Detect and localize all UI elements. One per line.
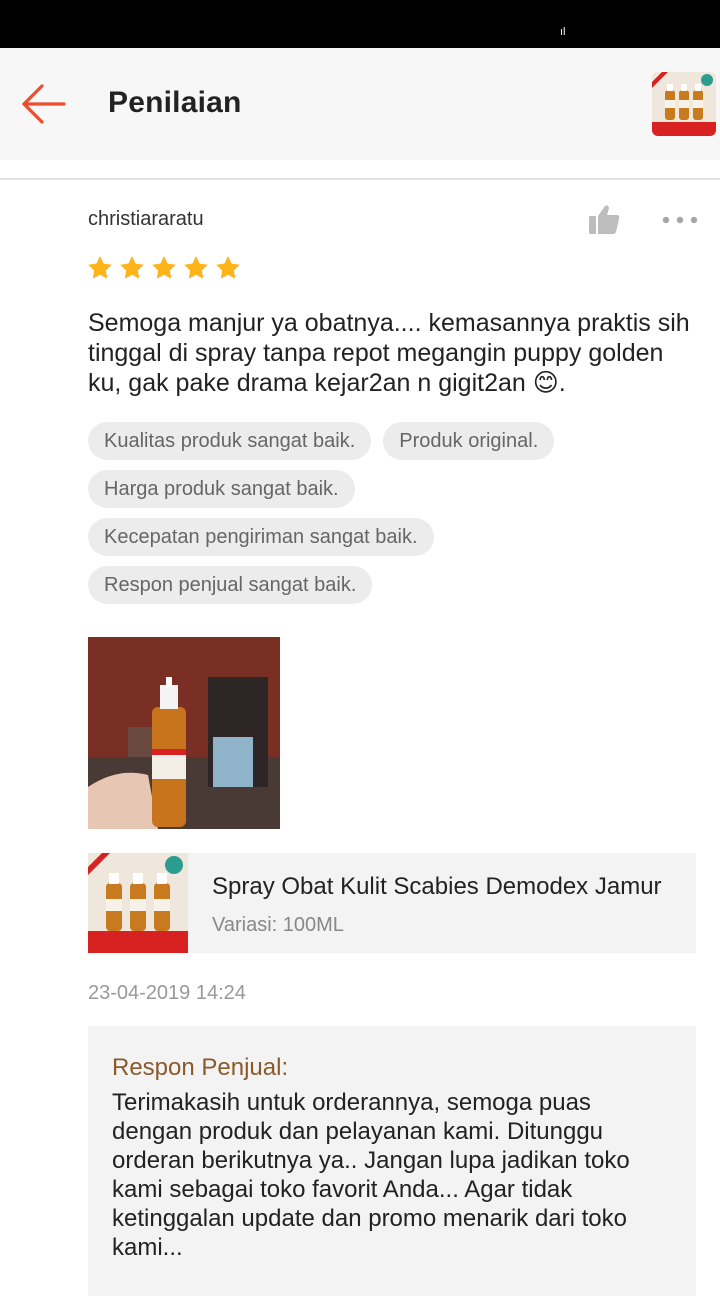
review-tag: Produk original. bbox=[383, 422, 555, 460]
page-title: Penilaian bbox=[108, 86, 242, 119]
review-tag: Harga produk sangat baik. bbox=[88, 470, 355, 508]
review-photo[interactable] bbox=[88, 637, 280, 829]
arrow-left-icon bbox=[22, 84, 66, 124]
reviewer-username[interactable]: christiararatu bbox=[88, 208, 204, 231]
review-timestamp: 23-04-2019 14:24 bbox=[88, 982, 246, 1004]
like-button[interactable] bbox=[586, 203, 622, 237]
seller-response-text: Terimakasih untuk orderannya, semoga pua… bbox=[112, 1089, 630, 1261]
product-variation: Variasi: 100ML bbox=[212, 914, 344, 936]
seller-response-label: Respon Penjual: bbox=[112, 1054, 289, 1081]
status-bar: ıl bbox=[0, 0, 720, 48]
star-icon bbox=[88, 256, 112, 279]
star-rating bbox=[86, 254, 242, 286]
thumbs-up-icon bbox=[589, 205, 620, 234]
seller-response: Respon Penjual: Terimakasih untuk ordera… bbox=[88, 1026, 696, 1296]
more-options-button[interactable] bbox=[660, 208, 700, 232]
product-card[interactable]: Spray Obat Kulit Scabies Demodex Jamur V… bbox=[88, 853, 696, 953]
product-thumbnail bbox=[88, 853, 188, 953]
product-name: Spray Obat Kulit Scabies Demodex Jamur bbox=[212, 873, 662, 900]
product-thumbnail-header[interactable] bbox=[652, 72, 716, 136]
star-icon bbox=[120, 256, 144, 279]
review-tag: Kualitas produk sangat baik. bbox=[88, 422, 372, 460]
review-tag: Respon penjual sangat baik. bbox=[88, 566, 373, 604]
app-bar: Penilaian bbox=[0, 48, 720, 160]
review-tags: Kualitas produk sangat baik. Produk origi… bbox=[88, 422, 700, 614]
star-icon bbox=[152, 256, 176, 279]
more-dots-icon bbox=[662, 216, 698, 224]
divider bbox=[0, 178, 720, 180]
review-tag: Kecepatan pengiriman sangat baik. bbox=[88, 518, 434, 556]
review-comment: Semoga manjur ya obatnya.... kemasannya … bbox=[88, 309, 690, 397]
star-icon bbox=[216, 256, 240, 279]
signal-icon: ıl bbox=[560, 26, 566, 38]
back-button[interactable] bbox=[16, 78, 72, 130]
star-icon bbox=[184, 256, 208, 279]
